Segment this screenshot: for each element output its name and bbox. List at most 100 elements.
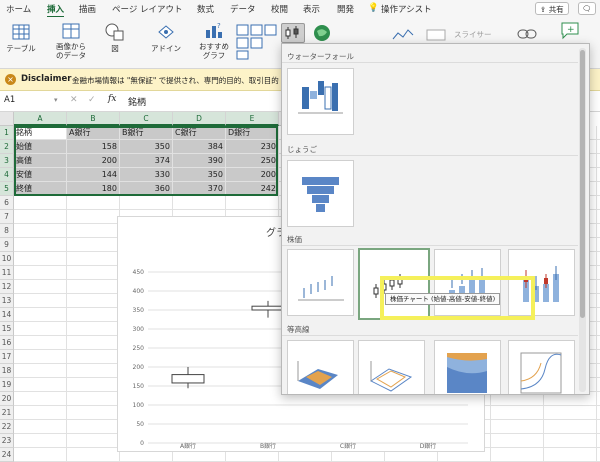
table-cell[interactable]: B銀行 — [120, 126, 173, 140]
row-header[interactable]: 15 — [0, 322, 14, 336]
illustrations-button[interactable]: 図 — [102, 22, 128, 53]
row-header[interactable]: 16 — [0, 336, 14, 350]
funnel-chart-option[interactable] — [287, 160, 354, 227]
contour-option[interactable] — [434, 340, 501, 394]
table-cell[interactable]: 始値 — [14, 140, 67, 154]
scrollbar-thumb[interactable] — [580, 50, 585, 318]
chart-type-buttons[interactable] — [236, 23, 278, 61]
row-header[interactable]: 22 — [0, 420, 14, 434]
addins-button[interactable]: アドイン — [148, 22, 184, 53]
tab-review[interactable]: 校閲 — [271, 3, 288, 15]
table-cell[interactable]: D銀行 — [226, 126, 279, 140]
table-cell[interactable]: C銀行 — [173, 126, 226, 140]
row-header[interactable]: 18 — [0, 364, 14, 378]
select-all-corner[interactable] — [0, 112, 14, 126]
table-cell[interactable]: 390 — [173, 154, 226, 168]
row-header[interactable]: 5 — [0, 182, 14, 196]
row-header[interactable]: 4 — [0, 168, 14, 182]
row-header[interactable]: 8 — [0, 224, 14, 238]
table-button[interactable]: テーブル — [4, 22, 38, 53]
table-cell[interactable]: 370 — [173, 182, 226, 196]
table-cell[interactable]: 銘柄 — [14, 126, 67, 140]
table-cell[interactable]: 230 — [226, 140, 279, 154]
table-cell[interactable]: 144 — [67, 168, 120, 182]
row-header[interactable]: 17 — [0, 350, 14, 364]
stock-hlc-option[interactable] — [287, 249, 354, 316]
row-header[interactable]: 14 — [0, 308, 14, 322]
row-header[interactable]: 13 — [0, 294, 14, 308]
row-header[interactable]: 6 — [0, 196, 14, 210]
row-header[interactable]: 24 — [0, 448, 14, 462]
sparkline-line-icon[interactable] — [392, 27, 414, 43]
table-cell[interactable]: 350 — [120, 140, 173, 154]
name-box-dropdown-icon[interactable]: ▾ — [54, 96, 58, 104]
table-cell[interactable]: 終値 — [14, 182, 67, 196]
name-box[interactable]: A1 — [4, 95, 54, 108]
tab-view[interactable]: 表示 — [303, 3, 320, 15]
new-comment-icon[interactable]: + — [559, 20, 581, 40]
table-cell[interactable]: 200 — [226, 168, 279, 182]
column-header[interactable]: D — [173, 112, 226, 126]
table-cell[interactable]: 350 — [173, 168, 226, 182]
table-cell[interactable]: 200 — [67, 154, 120, 168]
row-header[interactable]: 1 — [0, 126, 14, 140]
gallery-scrollbar[interactable] — [579, 48, 586, 392]
row-header[interactable]: 10 — [0, 252, 14, 266]
stock-chart-dropdown-button[interactable] — [281, 23, 305, 43]
table-cell[interactable]: 250 — [226, 154, 279, 168]
tab-draw[interactable]: 描画 — [79, 3, 96, 15]
row-header[interactable]: 12 — [0, 280, 14, 294]
tab-formulas[interactable]: 数式 — [197, 3, 214, 15]
waterfall-chart-icon — [298, 81, 343, 114]
row-header[interactable]: 11 — [0, 266, 14, 280]
wireframe-surface-option[interactable] — [358, 340, 425, 394]
table-cell[interactable]: 384 — [173, 140, 226, 154]
table-cell[interactable]: 180 — [67, 182, 120, 196]
column-header[interactable]: C — [120, 112, 173, 126]
data-from-picture-button[interactable]: 画像から のデータ — [52, 22, 90, 60]
slicer-label[interactable]: スライサー — [454, 29, 492, 40]
comments-button[interactable]: 🗨 — [578, 2, 596, 15]
tab-developer[interactable]: 開発 — [337, 3, 354, 15]
svg-text:+: + — [567, 25, 575, 35]
table-cell[interactable]: 374 — [120, 154, 173, 168]
wireframe-contour-option[interactable] — [508, 340, 575, 394]
share-button[interactable]: ⇪ 共有 — [535, 2, 569, 15]
maps-button[interactable] — [312, 23, 332, 43]
surface-3d-option[interactable] — [287, 340, 354, 394]
enter-icon[interactable]: ✓ — [88, 95, 96, 105]
globe-icon — [314, 25, 330, 41]
row-header[interactable]: 23 — [0, 434, 14, 448]
formula-content[interactable]: 銘柄 — [128, 95, 146, 108]
table-cell[interactable]: A銀行 — [67, 126, 120, 140]
candle-body[interactable] — [251, 305, 285, 311]
column-header[interactable]: E — [226, 112, 279, 126]
row-header[interactable]: 19 — [0, 378, 14, 392]
row-header[interactable]: 21 — [0, 406, 14, 420]
row-header[interactable]: 7 — [0, 210, 14, 224]
row-header[interactable]: 2 — [0, 140, 14, 154]
table-cell[interactable]: 158 — [67, 140, 120, 154]
cancel-icon[interactable]: ✕ — [70, 95, 78, 105]
tab-data[interactable]: データ — [230, 3, 256, 15]
column-header[interactable]: A — [14, 112, 67, 126]
table-cell[interactable]: 330 — [120, 168, 173, 182]
table-cell[interactable]: 高値 — [14, 154, 67, 168]
tab-insert[interactable]: 挿入 — [47, 3, 65, 18]
row-header[interactable]: 3 — [0, 154, 14, 168]
candle-body[interactable] — [171, 374, 205, 384]
row-header[interactable]: 9 — [0, 238, 14, 252]
tab-home[interactable]: ホーム — [6, 3, 31, 15]
waterfall-chart-option[interactable] — [287, 68, 354, 135]
function-icon[interactable]: fx — [108, 94, 116, 104]
recommended-charts-button[interactable]: ? おすすめ グラフ — [196, 22, 232, 60]
table-cell[interactable]: 安値 — [14, 168, 67, 182]
row-header[interactable]: 20 — [0, 392, 14, 406]
table-cell[interactable]: 242 — [226, 182, 279, 196]
table-cell[interactable]: 360 — [120, 182, 173, 196]
link-icon[interactable] — [516, 25, 538, 43]
column-header[interactable]: B — [67, 112, 120, 126]
tab-page-layout[interactable]: ページ レイアウト — [112, 3, 183, 15]
slicer-icon[interactable] — [426, 29, 446, 41]
tab-tell-me[interactable]: 操作アシスト — [381, 3, 432, 15]
